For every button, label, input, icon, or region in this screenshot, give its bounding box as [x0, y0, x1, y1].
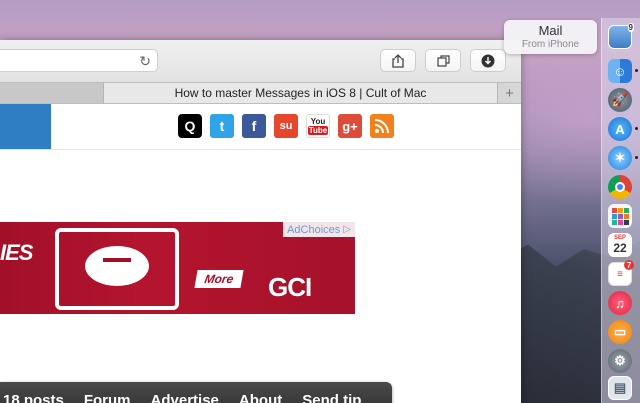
dock: 9 ☺ 🚀 A ✶ SEP 22 7 ≡ ♫ ▭ ⚙ ▤	[601, 18, 640, 403]
chrome-icon[interactable]	[608, 175, 632, 199]
site-nav-bar: 18 posts Forum Advertise About Send tip	[0, 382, 392, 403]
tabs-overview-icon	[436, 54, 450, 67]
calendar-icon[interactable]: SEP 22	[608, 233, 632, 257]
address-bar[interactable]: ↻	[0, 49, 158, 72]
tabs-overview-button[interactable]	[425, 49, 461, 72]
itunes-icon[interactable]: ♫	[608, 291, 632, 315]
ad-tablet-graphic	[55, 228, 179, 310]
mail-stamp-icon[interactable]: 9	[608, 23, 634, 49]
ibooks-icon[interactable]: ▭	[608, 320, 632, 344]
share-button[interactable]	[380, 49, 416, 72]
preview-icon[interactable]: ▤	[608, 376, 632, 400]
facebook-icon[interactable]: f	[242, 114, 266, 138]
browser-toolbar: ↻	[0, 40, 521, 82]
header-divider	[0, 149, 521, 150]
tab-title: How to master Messages in iOS 8 | Cult o…	[174, 86, 427, 100]
plus-icon: +	[505, 84, 514, 102]
google-plus-icon[interactable]: g+	[338, 114, 362, 138]
twitter-icon[interactable]: t	[210, 114, 234, 138]
football-icon	[85, 246, 149, 286]
slack-grid-icon[interactable]	[608, 204, 632, 228]
nav-item-send-tip[interactable]: Send tip	[302, 392, 361, 403]
tab-inactive[interactable]	[0, 83, 104, 103]
reminders-icon[interactable]: 7 ≡	[608, 260, 634, 286]
notification-title: Mail	[538, 23, 563, 38]
web-page: Q t f su You Tube g+ IES More GCI AdChoi…	[0, 104, 521, 403]
social-icons-row: Q t f su You Tube g+	[178, 114, 394, 138]
ad-logo-text: GCI	[268, 272, 312, 302]
new-tab-button[interactable]: +	[497, 83, 521, 103]
site-logo-block[interactable]	[0, 104, 51, 149]
nav-item-about[interactable]: About	[239, 392, 282, 403]
safari-icon[interactable]: ✶	[608, 146, 632, 170]
share-icon	[392, 53, 404, 68]
mail-notification[interactable]: Mail From iPhone	[504, 20, 597, 54]
tab-bar: How to master Messages in iOS 8 | Cult o…	[0, 82, 521, 104]
reload-icon[interactable]: ↻	[139, 53, 151, 69]
ad-banner[interactable]: IES More GCI AdChoices ▷	[0, 222, 355, 314]
reminders-badge: 7	[624, 260, 634, 270]
adchoices-icon: ▷	[343, 224, 351, 235]
finder-icon[interactable]: ☺	[608, 59, 632, 83]
launchpad-icon[interactable]: 🚀	[608, 88, 632, 112]
notification-subtitle: From iPhone	[521, 39, 580, 50]
nav-item-forum[interactable]: Forum	[84, 392, 131, 403]
quora-icon[interactable]: Q	[178, 114, 202, 138]
adchoices-label: AdChoices	[287, 223, 341, 236]
stumbleupon-icon[interactable]: su	[274, 114, 298, 138]
safari-window: ↻ How to master Messages in iOS 8 | Cult…	[0, 40, 521, 403]
adchoices-badge[interactable]: AdChoices ▷	[283, 222, 355, 237]
ad-left-text: IES	[0, 240, 33, 265]
app-store-icon[interactable]: A	[608, 117, 632, 141]
nav-item-posts[interactable]: 18 posts	[3, 392, 64, 403]
nav-item-advertise[interactable]: Advertise	[151, 392, 219, 403]
youtube-icon[interactable]: You Tube	[306, 114, 330, 138]
tab-active[interactable]: How to master Messages in iOS 8 | Cult o…	[104, 83, 497, 103]
rss-icon[interactable]	[370, 114, 394, 138]
mail-badge: 9	[627, 23, 634, 32]
system-preferences-icon[interactable]: ⚙	[608, 349, 632, 373]
download-icon	[481, 54, 495, 67]
ad-more-button[interactable]: More	[194, 270, 244, 288]
downloads-button[interactable]	[470, 49, 506, 72]
